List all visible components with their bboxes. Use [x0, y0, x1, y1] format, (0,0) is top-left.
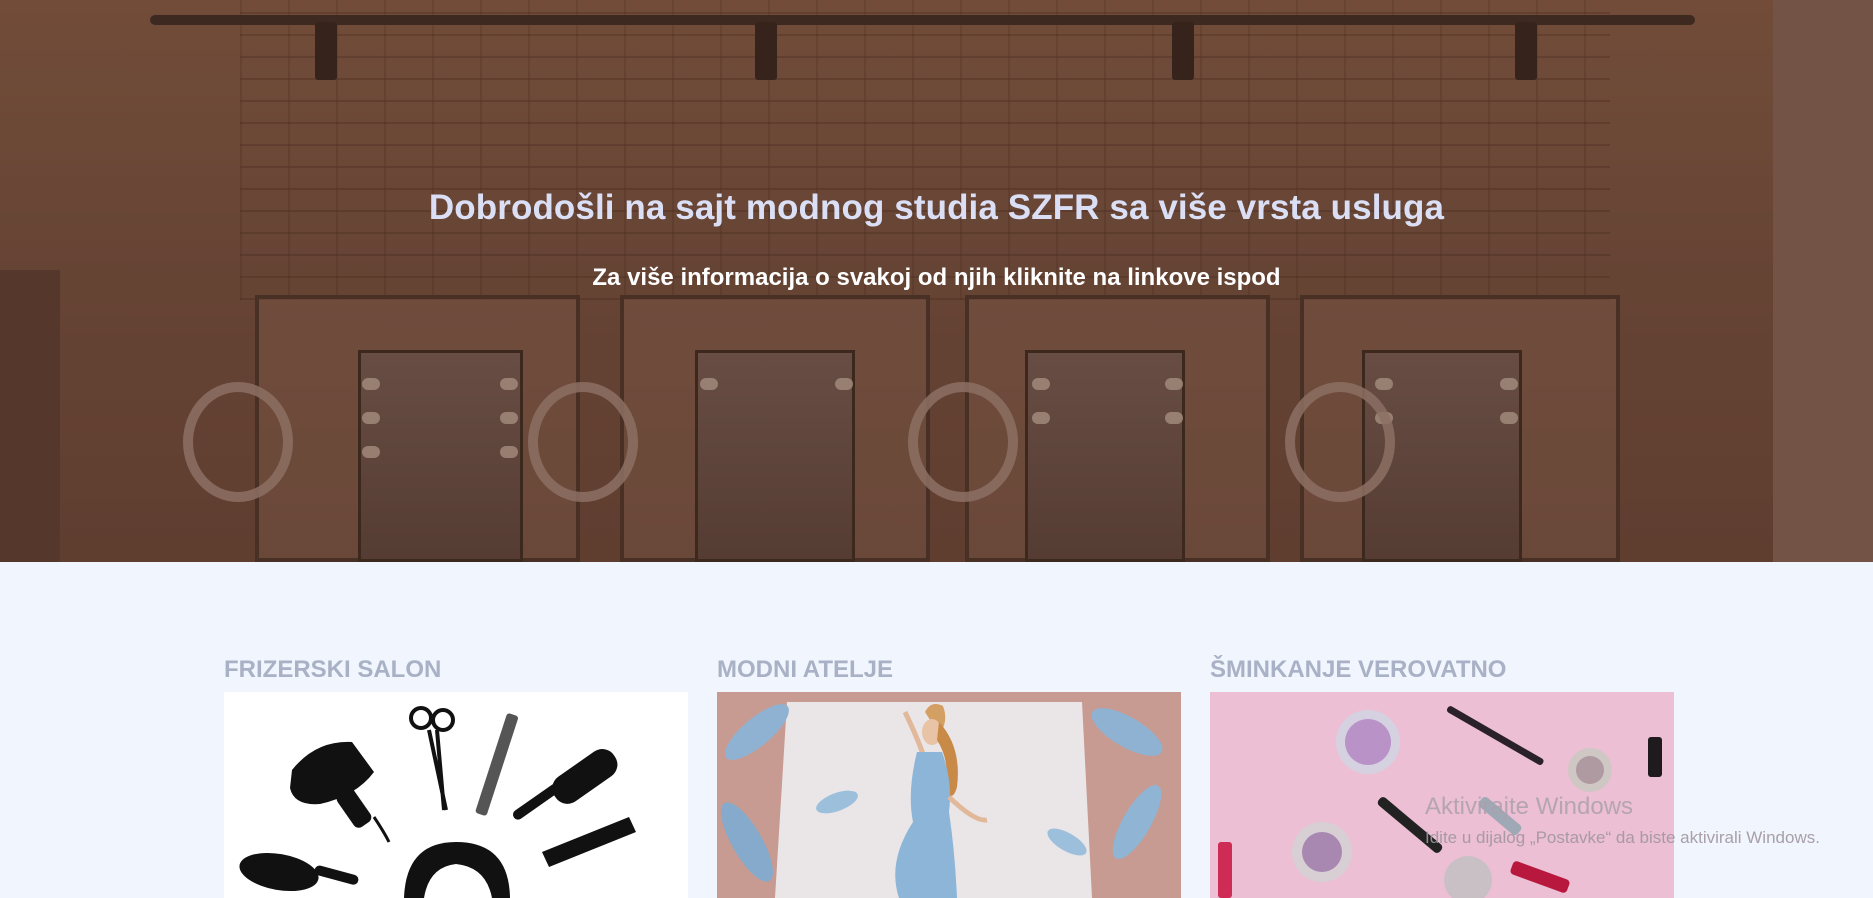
windows-watermark-text: Idite u dijalog „Postavke“ da biste akti…	[1425, 828, 1820, 847]
hero-subtitle: Za više informacija o svakoj od njih kli…	[592, 264, 1281, 291]
paddle-brush-icon	[239, 852, 359, 892]
wide-comb-icon	[542, 817, 636, 867]
hero-banner: Dobrodošli na sajt modnog studia SZFR sa…	[0, 0, 1873, 562]
comb-icon	[475, 713, 518, 816]
card-title[interactable]: FRIZERSKI SALON	[224, 652, 688, 692]
eyeliner-icon	[1446, 706, 1544, 765]
hair-dryer-icon	[290, 741, 391, 843]
card-title[interactable]: ŠMINKANJE VEROVATNO	[1210, 652, 1674, 692]
salon-tools-image[interactable]	[224, 692, 688, 898]
card-sminkanje[interactable]: ŠMINKANJE VEROVATNO	[1210, 652, 1674, 898]
fashion-sketch-image[interactable]	[717, 692, 1181, 898]
card-modni-atelje[interactable]: MODNI ATELJE	[717, 652, 1181, 898]
card-title[interactable]: MODNI ATELJE	[717, 652, 1181, 692]
hairstyle-icon	[404, 842, 510, 898]
scissors-icon	[409, 706, 455, 811]
windows-watermark-title: Aktivirajte Windows	[1425, 793, 1634, 820]
brush-icon	[512, 748, 618, 820]
hero-title: Dobrodošli na sajt modnog studia SZFR sa…	[428, 188, 1445, 227]
card-frizerski-salon[interactable]: FRIZERSKI SALON	[224, 652, 688, 898]
